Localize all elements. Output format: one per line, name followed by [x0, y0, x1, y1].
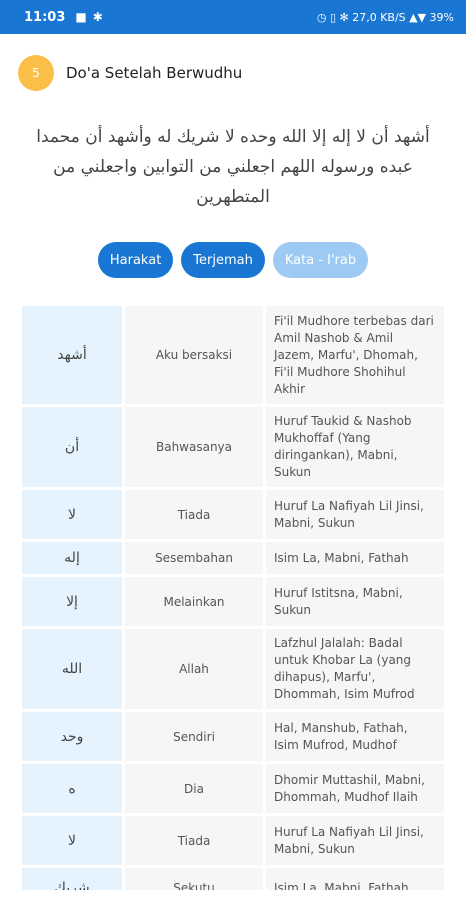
table-row: إله Sesembahan Isim La, Mabni, Fathah: [22, 542, 444, 574]
table-row: أشهد Aku bersaksi Fi'il Mudhore terbebas d…: [22, 306, 444, 404]
table-row: أن Bahwasanya Huruf Taukid & Nashob Mukhof…: [22, 407, 444, 487]
irab-cell: Isim La, Mabni, Fathah: [266, 868, 444, 890]
settings-gear-icon: ✱: [92, 10, 103, 24]
irab-cell: Hal, Manshub, Fathah, Isim Mufrod, Mudho…: [266, 712, 444, 761]
translation-cell: Dia: [125, 764, 263, 813]
translation-cell: Tiada: [125, 816, 263, 865]
arabic-word-cell: لا: [22, 816, 122, 865]
translation-cell: Sekutu: [125, 868, 263, 890]
translation-cell: Aku bersaksi: [125, 306, 263, 404]
arabic-word-cell: أن: [22, 407, 122, 487]
table-row: إلا Melainkan Huruf Istitsna, Mabni, Sukun: [22, 577, 444, 626]
harakat-button[interactable]: Harakat: [97, 242, 174, 278]
status-time: 11:03: [24, 9, 66, 25]
table-row: لا Tiada Huruf La Nafiyah Lil Jinsi, Mabni…: [22, 490, 444, 539]
app-header: 5 Do'a Setelah Berwudhu: [0, 34, 466, 112]
status-right-icons: ◷ ▯ ✻ 27,0 KB/S ▲▼ 39%: [316, 10, 454, 24]
doa-number-badge: 5: [18, 55, 54, 91]
table-row: وحد Sendiri Hal, Manshub, Fathah, Isim Muf…: [22, 712, 444, 761]
arabic-word-cell: ه: [22, 764, 122, 813]
kata-irab-button[interactable]: Kata - I'rab: [272, 242, 369, 278]
mode-buttons: Harakat Terjemah Kata - I'rab: [0, 242, 466, 280]
arabic-word-cell: وحد: [22, 712, 122, 761]
irab-cell: Dhomir Muttashil, Mabni, Dhommah, Mudhof…: [266, 764, 444, 813]
arabic-word-cell: لا: [22, 490, 122, 539]
table-row: الله Allah Lafzhul Jalalah: Badal untuk Kh…: [22, 629, 444, 709]
table-row: ه Dia Dhomir Muttashil, Mabni, Dhommah, Mu…: [22, 764, 444, 813]
arabic-word-cell: إله: [22, 542, 122, 574]
irab-cell: Fi'il Mudhore terbebas dari Amil Nashob …: [266, 306, 444, 404]
terjemah-button[interactable]: Terjemah: [181, 242, 265, 278]
irab-cell: Huruf Istitsna, Mabni, Sukun: [266, 577, 444, 626]
arabic-word-cell: إلا: [22, 577, 122, 626]
translation-cell: Sendiri: [125, 712, 263, 761]
notification-icon: ■: [75, 10, 87, 24]
table-row: لا Tiada Huruf La Nafiyah Lil Jinsi, Mabni…: [22, 816, 444, 865]
arabic-word-cell: شريك: [22, 868, 122, 890]
table-row: شريك Sekutu Isim La, Mabni, Fathah: [22, 868, 444, 890]
irab-cell: Lafzhul Jalalah: Badal untuk Khobar La (…: [266, 629, 444, 709]
irab-cell: Isim La, Mabni, Fathah: [266, 542, 444, 574]
translation-cell: Sesembahan: [125, 542, 263, 574]
arabic-prayer-text: أشهد أن لا إله إلا الله وحده لا شريك له …: [36, 127, 430, 207]
translation-cell: Allah: [125, 629, 263, 709]
arabic-word-cell: الله: [22, 629, 122, 709]
irab-cell: Huruf La Nafiyah Lil Jinsi, Mabni, Sukun: [266, 490, 444, 539]
translation-cell: Tiada: [125, 490, 263, 539]
word-analysis-table[interactable]: أشهد Aku bersaksi Fi'il Mudhore terbebas d…: [22, 306, 444, 890]
translation-cell: Melainkan: [125, 577, 263, 626]
irab-cell: Huruf Taukid & Nashob Mukhoffaf (Yang di…: [266, 407, 444, 487]
translation-cell: Bahwasanya: [125, 407, 263, 487]
irab-cell: Huruf La Nafiyah Lil Jinsi, Mabni, Sukun: [266, 816, 444, 865]
page-title: Do'a Setelah Berwudhu: [66, 64, 243, 82]
status-bar: 11:03 ■ ✱ ◷ ▯ ✻ 27,0 KB/S ▲▼ 39%: [0, 0, 466, 34]
arabic-word-cell: أشهد: [22, 306, 122, 404]
